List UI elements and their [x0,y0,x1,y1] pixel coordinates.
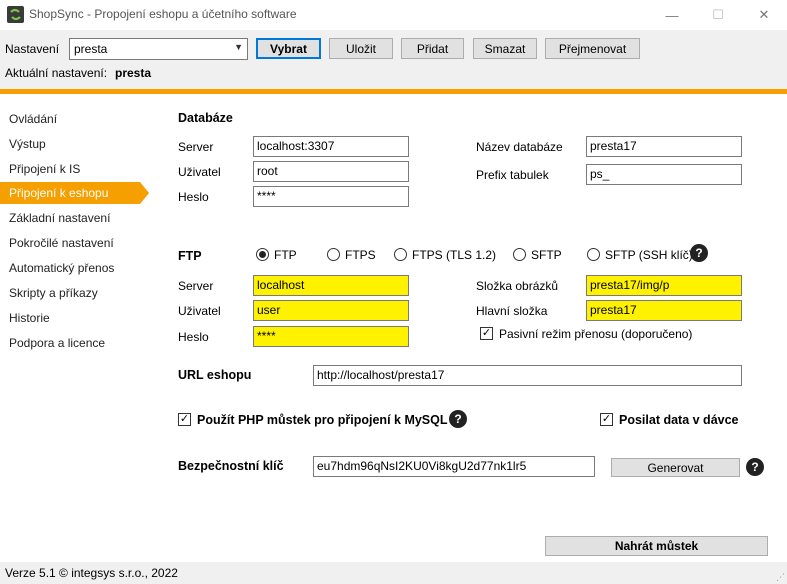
sidebar-item-label: Připojení k IS [9,162,81,176]
sidebar-item-controls[interactable]: Ovládání [0,108,143,130]
main-folder-label: Hlavní složka [476,304,548,318]
php-bridge-checkbox[interactable]: ✓ [178,413,191,426]
security-key-label: Bezpečnostní klíč [178,459,284,473]
sidebar-item-label: Automatický přenos [9,261,115,275]
version-text: Verze 5.1 © integsys s.r.o., 2022 [5,566,178,580]
ftp-heading: FTP [178,249,202,263]
sftp-radio[interactable] [513,248,526,261]
ftp-user-input[interactable]: user [253,300,409,321]
settings-label: Nastavení [5,42,60,56]
db-user-label: Uživatel [178,165,221,179]
sftp-ssh-radio[interactable] [587,248,600,261]
sidebar-item-label: Připojení k eshopu [9,186,109,200]
sidebar-item-label: Základní nastavení [9,211,111,225]
db-name-input[interactable]: presta17 [586,136,742,157]
resize-grip-icon[interactable]: ⋰ [776,572,785,583]
sidebar-item-label: Podpora a licence [9,336,106,350]
db-server-input[interactable]: localhost:3307 [253,136,409,157]
ftp-server-label: Server [178,279,214,293]
sidebar-item-label: Pokročilé nastavení [9,236,114,250]
db-user-input[interactable]: root [253,161,409,182]
close-button[interactable]: ✕ [741,0,787,30]
upload-bridge-button[interactable]: Nahrát můstek [545,536,768,556]
delete-button[interactable]: Smazat [473,38,537,59]
maximize-icon: ☐ [712,7,724,22]
sidebar-item-eshop-connection[interactable]: Připojení k eshopu [0,182,140,204]
sidebar-item-scripts[interactable]: Skripty a příkazy [0,282,143,304]
current-settings-value: presta [115,66,152,80]
sftp-radio-label: SFTP [531,248,562,262]
close-icon: ✕ [758,7,770,22]
sidebar-item-history[interactable]: Historie [0,307,143,329]
image-folder-input[interactable]: presta17/img/p [586,275,742,296]
php-bridge-label: Použít PHP můstek pro připojení k MySQL [197,413,448,427]
sidebar-item-support[interactable]: Podpora a licence [0,332,143,354]
minimize-button[interactable]: — [649,0,695,30]
window-title: ShopSync - Propojení eshopu a účetního s… [29,7,297,21]
eshop-url-input[interactable]: http://localhost/presta17 [313,365,742,386]
ftp-password-input[interactable]: **** [253,326,409,347]
sidebar-item-advanced-settings[interactable]: Pokročilé nastavení [0,232,143,254]
add-button[interactable]: Přidat [401,38,464,59]
profile-select[interactable]: presta ▼ [69,38,248,60]
ftps-tls-radio-label: FTPS (TLS 1.2) [412,248,497,262]
database-heading: Databáze [178,111,233,125]
batch-send-label: Posilat data v dávce [619,413,739,427]
sidebar-item-is-connection[interactable]: Připojení k IS [0,158,143,180]
ftp-radio[interactable] [256,248,269,261]
profile-select-value: presta [74,42,108,56]
sidebar-item-basic-settings[interactable]: Základní nastavení [0,207,143,229]
active-indicator [140,182,149,204]
maximize-button[interactable]: ☐ [695,0,741,30]
select-button[interactable]: Vybrat [256,38,321,59]
image-folder-label: Složka obrázků [476,279,559,293]
sftp-ssh-radio-label: SFTP (SSH klíč) [605,248,693,262]
help-icon[interactable]: ? [746,458,764,476]
ftp-server-input[interactable]: localhost [253,275,409,296]
sidebar-item-output[interactable]: Výstup [0,133,143,155]
sidebar-item-label: Skripty a příkazy [9,286,98,300]
main-folder-input[interactable]: presta17 [586,300,742,321]
sidebar-item-auto-transfer[interactable]: Automatický přenos [0,257,143,279]
passive-mode-checkbox[interactable]: ✓ [480,327,493,340]
ftps-tls-radio[interactable] [394,248,407,261]
app-logo-icon [7,6,24,23]
sidebar-item-label: Ovládání [9,112,58,126]
db-name-label: Název databáze [476,140,563,154]
passive-mode-label: Pasivní režim přenosu (doporučeno) [499,327,693,341]
chevron-down-icon: ▼ [234,42,243,52]
table-prefix-input[interactable]: ps_ [586,164,742,185]
db-password-input[interactable]: **** [253,186,409,207]
batch-send-checkbox[interactable]: ✓ [600,413,613,426]
table-prefix-label: Prefix tabulek [476,168,549,182]
eshop-url-label: URL eshopu [178,368,252,382]
help-icon[interactable]: ? [449,410,467,428]
db-server-label: Server [178,140,214,154]
accent-divider [0,89,787,94]
ftp-user-label: Uživatel [178,304,221,318]
ftps-radio-label: FTPS [345,248,376,262]
help-icon[interactable]: ? [690,244,708,262]
current-settings-label: Aktuální nastavení: [5,66,108,80]
sidebar-item-label: Výstup [9,137,46,151]
minimize-icon: — [665,7,679,23]
security-key-input[interactable]: eu7hdm96qNsI2KU0Vi8kgU2d77nk1lr5 [313,456,595,477]
save-button[interactable]: Uložit [329,38,393,59]
ftps-radio[interactable] [327,248,340,261]
ftp-radio-label: FTP [274,248,297,262]
ftp-password-label: Heslo [178,330,209,344]
sidebar-item-label: Historie [9,311,50,325]
db-password-label: Heslo [178,190,209,204]
generate-button[interactable]: Generovat [611,458,740,477]
rename-button[interactable]: Přejmenovat [545,38,640,59]
